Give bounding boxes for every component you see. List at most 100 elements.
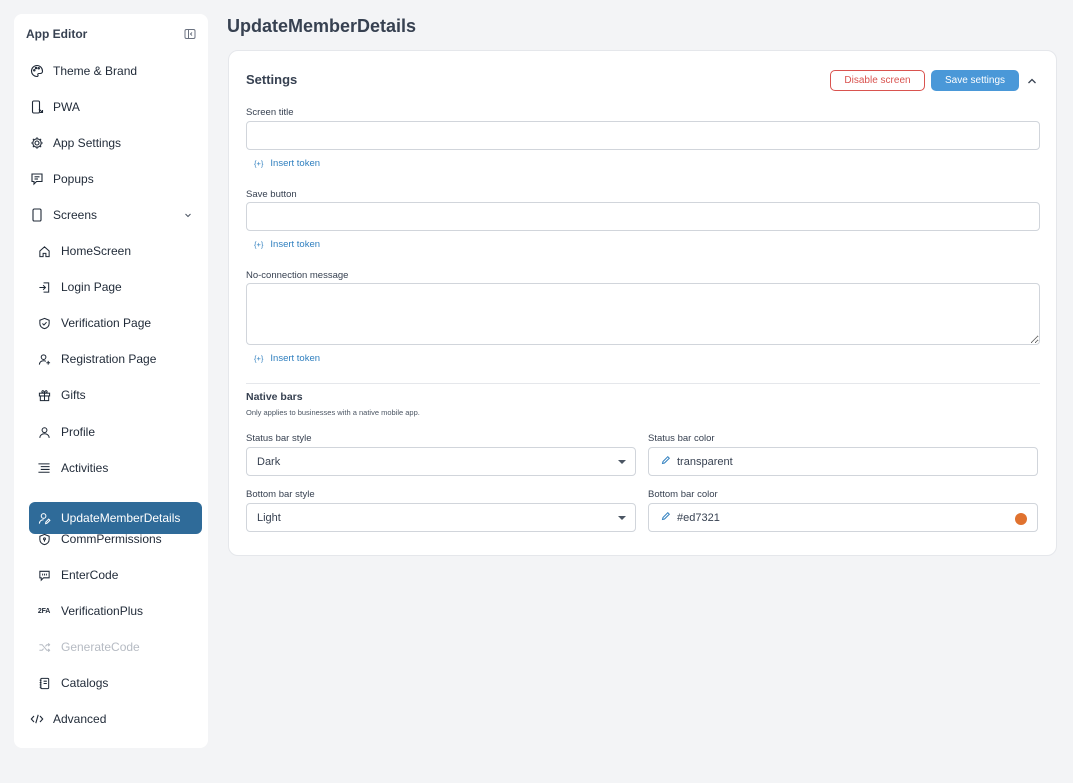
sidebar-item-label: CommPermissions <box>61 532 162 546</box>
status-bar-color-input[interactable]: transparent <box>648 447 1038 476</box>
insert-token-link-save-button[interactable]: {+} Insert token <box>254 239 320 250</box>
sidebar-item-screens[interactable]: Screens <box>28 199 202 231</box>
bottom-bar-style-label: Bottom bar style <box>246 489 315 500</box>
sidebar-item-pwa[interactable]: PWA <box>28 91 202 123</box>
settings-card: Settings Disable screen Save settings Sc… <box>228 50 1057 556</box>
sidebar-item-label: GenerateCode <box>61 640 140 654</box>
settings-gear-icon <box>30 136 44 150</box>
sidebar-item-enter-code[interactable]: EnterCode <box>29 559 202 591</box>
sidebar-item-popups[interactable]: Popups <box>28 163 202 195</box>
insert-token-label: Insert token <box>270 353 321 364</box>
bottom-bar-color-value: #ed7321 <box>677 511 720 524</box>
sidebar-item-activities[interactable]: Activities <box>29 452 202 484</box>
bottom-bar-style-value: Light <box>257 511 281 524</box>
token-icon: {+} <box>254 354 264 363</box>
sidebar-item-label: App Settings <box>53 136 122 150</box>
sidebar-item-label: Verification Page <box>61 316 152 330</box>
sidebar-item-app-settings[interactable]: App Settings <box>28 127 202 159</box>
notebook-icon <box>37 676 51 690</box>
user-icon <box>37 425 51 439</box>
chat-popup-icon <box>30 172 44 186</box>
chevron-up-icon[interactable] <box>1026 75 1038 87</box>
sidebar-item-label: Gifts <box>61 388 86 402</box>
palette-icon <box>30 64 44 78</box>
sidebar-item-theme-brand[interactable]: Theme & Brand <box>28 55 202 87</box>
sidebar-item-label: HomeScreen <box>61 244 132 258</box>
sidebar-item-verification-page[interactable]: Verification Page <box>29 307 202 339</box>
bottom-bar-style-select[interactable]: Light <box>246 503 636 532</box>
sidebar-item-advanced[interactable]: Advanced <box>28 703 202 735</box>
collapse-sidebar-icon[interactable] <box>184 28 196 40</box>
sidebar: App Editor Theme & Brand PWA App Setting… <box>14 14 208 748</box>
code-icon <box>30 712 44 726</box>
sidebar-item-label: Catalogs <box>61 676 109 690</box>
home-icon <box>37 244 51 258</box>
sidebar-item-generate-code[interactable]: GenerateCode <box>29 631 202 663</box>
sidebar-item-label: Registration Page <box>61 352 157 366</box>
sidebar-item-comm-permissions[interactable]: CommPermissions <box>29 523 202 555</box>
sidebar-item-registration-page[interactable]: Registration Page <box>29 343 202 375</box>
pen-icon <box>661 455 671 468</box>
sidebar-item-label: VerificationPlus <box>61 604 144 618</box>
color-swatch[interactable] <box>1015 513 1027 525</box>
chevron-down-icon[interactable] <box>184 208 192 222</box>
dropdown-caret-icon <box>618 460 626 464</box>
bottom-bar-color-label: Bottom bar color <box>648 489 718 500</box>
insert-token-label: Insert token <box>270 239 321 250</box>
token-icon: {+} <box>254 159 264 168</box>
page-title: UpdateMemberDetails <box>227 16 417 36</box>
sidebar-item-profile[interactable]: Profile <box>29 416 202 448</box>
shield-check-icon <box>37 316 51 330</box>
no-connection-textarea[interactable] <box>246 283 1040 345</box>
sidebar-item-login-page[interactable]: Login Page <box>29 271 202 303</box>
sidebar-item-label: Login Page <box>61 280 122 294</box>
pen-icon <box>661 511 671 524</box>
sidebar-item-label: Profile <box>61 425 96 439</box>
divider <box>246 383 1040 384</box>
status-bar-style-value: Dark <box>257 455 281 468</box>
native-bars-note: Only applies to businesses with a native… <box>246 408 420 417</box>
mobile-export-icon <box>30 100 44 114</box>
insert-token-link-screen-title[interactable]: {+} Insert token <box>254 158 320 169</box>
save-button-label: Save button <box>246 189 297 200</box>
status-bar-color-value: transparent <box>677 455 733 468</box>
sidebar-item-label: Screens <box>53 208 98 222</box>
sidebar-item-homescreen[interactable]: HomeScreen <box>29 235 202 267</box>
sidebar-item-gifts[interactable]: Gifts <box>29 379 202 411</box>
settings-title: Settings <box>246 72 298 87</box>
token-icon: {+} <box>254 240 264 249</box>
save-button-input[interactable] <box>246 202 1040 231</box>
screen-title-input[interactable] <box>246 121 1040 150</box>
screen-title-label: Screen title <box>246 107 294 118</box>
shuffle-icon <box>37 640 51 654</box>
shield-lock-icon <box>37 532 51 546</box>
bottom-bar-color-input[interactable]: #ed7321 <box>648 503 1038 532</box>
native-bars-title: Native bars <box>246 391 303 403</box>
user-plus-icon <box>37 352 51 366</box>
sidebar-item-label: Theme & Brand <box>53 64 138 78</box>
sidebar-title: App Editor <box>26 27 88 41</box>
disable-screen-button[interactable]: Disable screen <box>830 70 925 91</box>
dropdown-caret-icon <box>618 516 626 520</box>
list-icon <box>37 461 51 475</box>
sidebar-item-label: Activities <box>61 461 109 475</box>
status-bar-style-select[interactable]: Dark <box>246 447 636 476</box>
code-bubble-icon <box>37 568 51 582</box>
sidebar-item-label: PWA <box>53 100 80 114</box>
sidebar-item-label: EnterCode <box>61 568 119 582</box>
phone-icon <box>30 208 44 222</box>
no-connection-label: No-connection message <box>246 270 349 281</box>
sidebar-item-verification-plus[interactable]: 2FA VerificationPlus <box>29 595 202 627</box>
sidebar-header: App Editor <box>26 26 196 42</box>
status-bar-color-label: Status bar color <box>648 433 715 444</box>
insert-token-link-no-connection[interactable]: {+} Insert token <box>254 353 320 364</box>
sidebar-item-label: Advanced <box>53 712 107 726</box>
gift-icon <box>37 388 51 402</box>
save-settings-button[interactable]: Save settings <box>931 70 1019 91</box>
sidebar-item-label: Popups <box>53 172 94 186</box>
2fa-icon: 2FA <box>37 607 51 615</box>
status-bar-style-label: Status bar style <box>246 433 312 444</box>
sidebar-item-catalogs[interactable]: Catalogs <box>29 667 202 699</box>
login-icon <box>37 280 51 294</box>
insert-token-label: Insert token <box>270 158 321 169</box>
